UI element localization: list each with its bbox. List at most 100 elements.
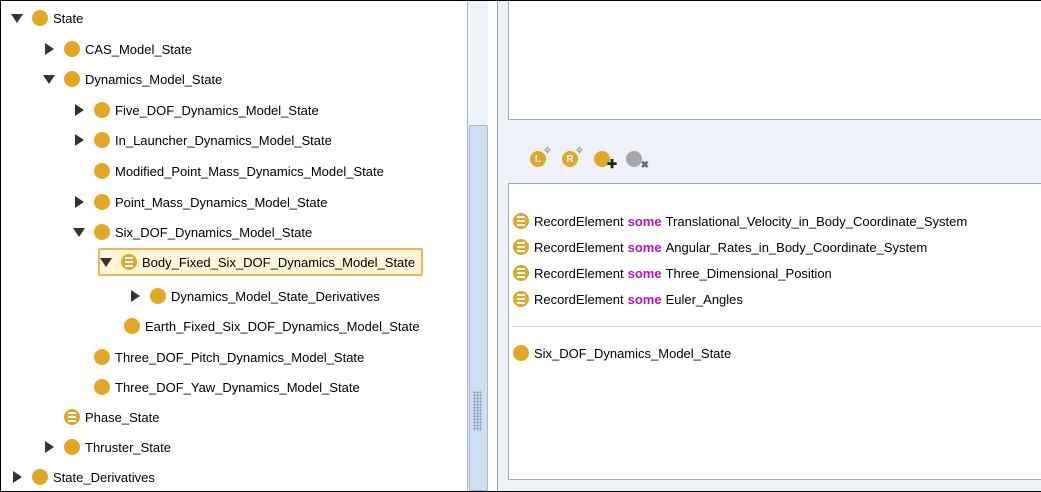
tree-node-label: Thruster_State [85,439,171,455]
panel-bottom-border [508,479,1041,480]
restriction-filler: Translational_Velocity_in_Body_Coordinat… [665,213,968,229]
expand-toggle-icon[interactable] [129,290,141,302]
add-label-button[interactable]: L ✧ [528,145,552,169]
class-icon [513,345,529,361]
tree-node-body-fixed-six-dof[interactable]: Body_Fixed_Six_DOF_Dynamics_Model_State [98,248,424,276]
restriction-icon [513,213,529,229]
plus-icon: ✚ [606,157,617,171]
remove-x-icon: ✖ [640,160,649,171]
tree-node-label: In_Launcher_Dynamics_Model_State [115,132,332,148]
tree-node-label: CAS_Model_State [85,41,192,57]
restriction-filler: Angular_Rates_in_Body_Coordinate_System [665,239,928,255]
collapse-toggle-icon[interactable] [43,73,55,85]
collapse-toggle-icon[interactable] [11,12,23,24]
tree-node-label: Three_DOF_Pitch_Dynamics_Model_State [115,349,365,365]
tree-node-label: Five_DOF_Dynamics_Model_State [115,102,319,118]
class-hierarchy-tree: State CAS_Model_State Dynamics_Model_Sta… [1,1,466,491]
restriction-filler: Three_Dimensional_Position [665,265,832,281]
collapse-toggle-icon[interactable] [100,256,112,268]
class-icon [64,439,80,455]
restriction-keyword: some [627,213,662,229]
remove-class-button[interactable]: ✖ [624,147,649,171]
superclass-label: Six_DOF_Dynamics_Model_State [534,345,732,361]
annotations-pane [508,1,1041,120]
class-icon [124,318,140,334]
class-icon [94,349,110,365]
tree-node-label: Body_Fixed_Six_DOF_Dynamics_Model_State [142,254,416,270]
restriction-icon [513,291,529,307]
add-restriction-button[interactable]: R ✧ [560,145,584,169]
restriction-property: RecordElement [534,213,624,229]
expand-toggle-icon[interactable] [73,104,85,116]
restriction-filler: Euler_Angles [665,291,743,307]
window-frame: State CAS_Model_State Dynamics_Model_Sta… [0,0,1041,492]
class-icon [94,194,110,210]
expand-toggle-icon[interactable] [11,471,23,483]
restriction-property: RecordElement [534,265,624,281]
new-star-icon: ✧ [542,145,552,157]
tree-node-dynamics-model-state[interactable]: Dynamics_Model_State [43,68,222,90]
tree-node-modified-point-mass[interactable]: Modified_Point_Mass_Dynamics_Model_State [73,160,384,182]
scrollbar-thumb[interactable] [469,125,488,491]
tree-node-label: Dynamics_Model_State_Derivatives [171,288,380,304]
restriction-keyword: some [627,265,662,281]
class-icon [94,163,110,179]
class-icon [32,10,48,26]
tree-node-label: Six_DOF_Dynamics_Model_State [115,224,313,240]
restriction-keyword: some [627,291,662,307]
expand-toggle-icon[interactable] [73,134,85,146]
tree-node-label: State [53,10,84,26]
restrictions-list: RecordElement some Translational_Velocit… [508,183,1041,480]
tree-node-in-launcher[interactable]: In_Launcher_Dynamics_Model_State [73,129,332,151]
tree-node-state[interactable]: State [11,7,83,29]
scrollbar-grip-icon [473,391,482,431]
restriction-icon [513,239,529,255]
tree-node-label: Three_DOF_Yaw_Dynamics_Model_State [115,379,360,395]
collapse-toggle-icon[interactable] [73,226,85,238]
tree-node-three-dof-yaw[interactable]: Three_DOF_Yaw_Dynamics_Model_State [73,376,360,398]
tree-node-label: Dynamics_Model_State [85,71,223,87]
class-icon [94,379,110,395]
class-icon [64,41,80,57]
class-icon [32,469,48,485]
defined-class-icon [121,254,137,270]
description-toolbar: L ✧ R ✧ ✚ ✖ [528,145,649,171]
tree-node-dynamics-model-state-derivatives[interactable]: Dynamics_Model_State_Derivatives [129,285,380,307]
restriction-keyword: some [627,239,662,255]
tree-node-point-mass[interactable]: Point_Mass_Dynamics_Model_State [73,191,327,213]
tree-node-phase-state[interactable]: Phase_State [43,406,159,428]
restriction-property: RecordElement [534,239,624,255]
class-icon [150,288,166,304]
class-icon [94,224,110,240]
expand-toggle-icon[interactable] [43,43,55,55]
restriction-row[interactable]: RecordElement some Translational_Velocit… [513,210,967,232]
tree-scrollbar[interactable] [467,1,488,491]
restriction-property: RecordElement [534,291,624,307]
expand-toggle-icon[interactable] [73,196,85,208]
tree-node-six-dof[interactable]: Six_DOF_Dynamics_Model_State [73,221,312,243]
expand-toggle-icon[interactable] [43,441,55,453]
superclass-row[interactable]: Six_DOF_Dynamics_Model_State [513,342,731,364]
tree-node-label: Earth_Fixed_Six_DOF_Dynamics_Model_State [145,318,420,334]
tree-node-label: State_Derivatives [53,469,155,485]
tree-node-state-derivatives[interactable]: State_Derivatives [11,466,155,488]
tree-node-three-dof-pitch[interactable]: Three_DOF_Pitch_Dynamics_Model_State [73,346,364,368]
remove-class-icon [626,151,642,167]
restriction-icon [513,265,529,281]
restriction-row[interactable]: RecordElement some Three_Dimensional_Pos… [513,262,832,284]
class-icon [64,71,80,87]
restriction-row[interactable]: RecordElement some Angular_Rates_in_Body… [513,236,927,258]
tree-node-label: Phase_State [85,409,160,425]
tree-node-earth-fixed-six-dof[interactable]: Earth_Fixed_Six_DOF_Dynamics_Model_State [103,315,420,337]
new-star-icon: ✧ [574,145,584,157]
tree-node-five-dof[interactable]: Five_DOF_Dynamics_Model_State [73,99,319,121]
add-class-button[interactable]: ✚ [592,147,617,171]
class-icon [94,102,110,118]
class-description-panel: L ✧ R ✧ ✚ ✖ RecordElement some Translati… [497,1,1041,491]
tree-node-label: Modified_Point_Mass_Dynamics_Model_State [115,163,384,179]
tree-node-thruster-state[interactable]: Thruster_State [43,436,171,458]
tree-node-cas-model-state[interactable]: CAS_Model_State [43,38,192,60]
restriction-row[interactable]: RecordElement some Euler_Angles [513,288,743,310]
defined-class-icon [64,409,80,425]
class-icon [94,132,110,148]
